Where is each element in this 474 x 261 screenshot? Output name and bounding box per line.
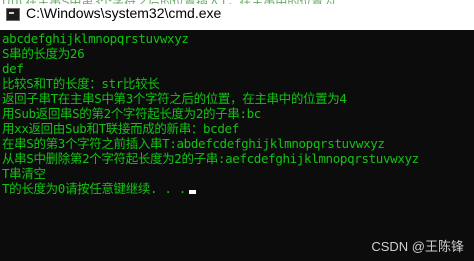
console-last-line: T的长度为0请按任意键继续. . . xyxy=(2,181,419,196)
text-cursor xyxy=(188,190,196,194)
console-output-area[interactable]: abcdefghijklmnopqrstuvwxyz S串的长度为26 def … xyxy=(0,30,474,261)
console-prompt-text: T的长度为0请按任意键继续. . . xyxy=(2,181,186,196)
cmd-console-icon[interactable] xyxy=(6,8,20,21)
console-line: abcdefghijklmnopqrstuvwxyz xyxy=(2,31,189,46)
console-line: 在串S的第3个字符之前插入串T:abdefcdefghijklmnopqrstu… xyxy=(2,136,385,151)
window-title: C:\Windows\system32\cmd.exe xyxy=(26,5,222,21)
csdn-watermark: CSDN @王陈锋 xyxy=(371,239,464,254)
console-lines: abcdefghijklmnopqrstuvwxyz S串的长度为26 def … xyxy=(2,31,419,196)
window-titlebar[interactable]: T(0) 在主串S中第3个字符之后的位置插入T，在主串中的位置为 C:\Wind… xyxy=(0,0,474,30)
clipped-previous-output: T(0) 在主串S中第3个字符之后的位置插入T，在主串中的位置为 xyxy=(0,0,474,4)
console-line: 返回子串T在主串S中第3个字符之后的位置，在主串中的位置为4 xyxy=(2,91,347,106)
console-line: 比较S和T的长度：str比较长 xyxy=(2,76,160,91)
console-line: 用xx返回由Sub和T联接而成的新串：bcdef xyxy=(2,121,239,136)
console-line: 从串S中删除第2个字符起长度为2的子串:aefcdefghijklmnopqrs… xyxy=(2,151,419,166)
console-line: S串的长度为26 xyxy=(2,46,85,61)
console-line: 用Sub返回串S的第2个字符起长度为2的子串:bc xyxy=(2,106,261,121)
console-line: T串清空 xyxy=(2,166,46,181)
console-line: def xyxy=(2,61,24,76)
